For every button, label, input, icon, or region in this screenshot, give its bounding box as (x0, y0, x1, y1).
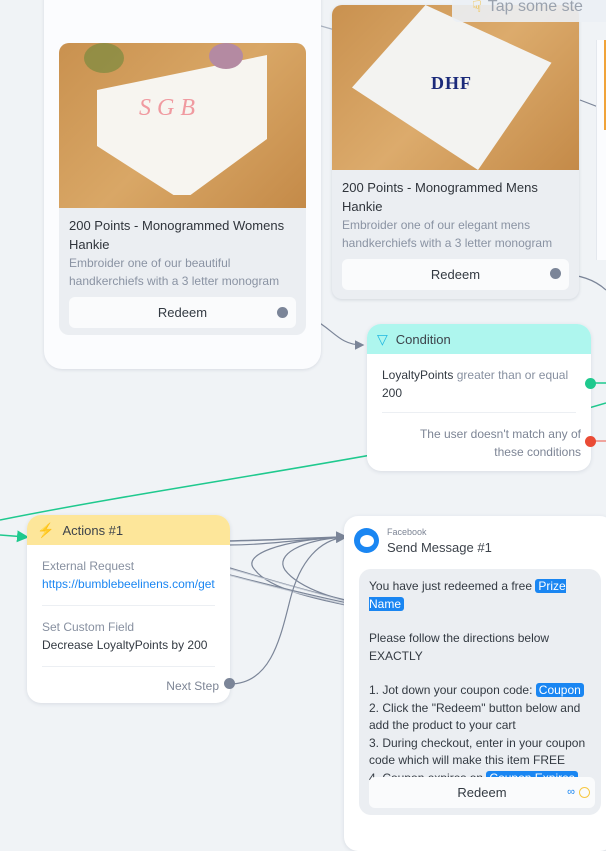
message-line: Please follow the directions below EXACT… (369, 631, 550, 663)
condition-value: 200 (382, 386, 403, 400)
condition-operator: greater than or equal (456, 368, 569, 382)
send-message-node[interactable]: Facebook Send Message #1 You have just r… (344, 516, 606, 851)
product-description: Embroider one of our beautiful handkerch… (69, 256, 280, 288)
monogram-text: SGB (139, 95, 201, 121)
tooltip-text: Tap some ste (487, 0, 583, 15)
product-description: Embroider one of our elegant mens handke… (342, 218, 553, 250)
action-value: Decrease LoyaltyPoints by 200 (42, 638, 208, 652)
wire-green-into-actions (0, 530, 29, 543)
actions-header: ⚡ Actions #1 (27, 515, 230, 545)
redeem-button-womens[interactable]: Redeem (69, 297, 296, 328)
variable-tag-coupon[interactable]: Coupon (535, 683, 584, 697)
redeem-label: Redeem (457, 785, 507, 800)
redeem-label: Redeem (430, 267, 481, 282)
product-title: 200 Points - Monogrammed Mens Hankie (342, 180, 538, 214)
link-icon: ∞ (567, 786, 575, 798)
condition-node[interactable]: ▽ Condition LoyaltyPoints greater than o… (367, 324, 591, 471)
channel-label: Facebook (387, 527, 427, 537)
port-next-step[interactable] (224, 678, 235, 689)
message-line: 1. Jot down your coupon code: (369, 683, 533, 697)
next-step-label: Next Step (166, 679, 219, 693)
product-gallery-item-mens: DHF 200 Points - Monogrammed Mens Hankie… (332, 5, 579, 299)
action-label: Set Custom Field (42, 620, 135, 634)
button-port-circle-icon[interactable] (579, 787, 590, 798)
message-title: Send Message #1 (387, 540, 492, 555)
port-condition-true[interactable] (585, 378, 596, 389)
message-redeem-button[interactable]: Redeem ∞ (369, 777, 595, 808)
lightning-icon: ⚡ (37, 521, 55, 538)
action-label: External Request (42, 559, 135, 573)
port-mens-redeem[interactable] (550, 268, 561, 279)
monogram-text: DHF (431, 73, 472, 93)
actions-node[interactable]: ⚡ Actions #1 External Request https://bu… (27, 515, 230, 703)
product-image-womens: SGB (59, 43, 306, 208)
redeem-label: Redeem (157, 305, 208, 320)
message-line: You have just redeemed a free (369, 579, 533, 593)
wire-next-step (229, 536, 346, 685)
actions-title: Actions #1 (62, 522, 124, 538)
condition-field: LoyaltyPoints (382, 368, 454, 382)
message-bubble: You have just redeemed a free Prize Name… (359, 569, 601, 815)
message-line: 3. During checkout, enter in your coupon… (369, 735, 586, 768)
port-condition-false[interactable] (585, 436, 596, 447)
port-womens-redeem[interactable] (277, 307, 288, 318)
tooltip-hint: ☟ Tap some ste (452, 0, 606, 22)
product-image-mens: DHF (332, 5, 579, 170)
condition-header: ▽ Condition (367, 324, 591, 354)
product-gallery-item-womens: SGB 200 Points - Monogrammed Womens Hank… (59, 43, 306, 335)
redeem-button-mens[interactable]: Redeem (342, 259, 569, 290)
message-line: 2. Click the "Redeem" button below and a… (369, 700, 581, 733)
product-title: 200 Points - Monogrammed Womens Hankie (69, 218, 285, 252)
external-request-url[interactable]: https://bumblebeelinens.com/getl (42, 575, 215, 593)
filter-icon: ▽ (377, 330, 388, 347)
condition-title: Condition (395, 331, 451, 347)
condition-fallback: The user doesn't match any of these cond… (419, 427, 581, 459)
pointing-hand-icon: ☟ (472, 0, 482, 16)
messenger-icon (354, 528, 379, 553)
